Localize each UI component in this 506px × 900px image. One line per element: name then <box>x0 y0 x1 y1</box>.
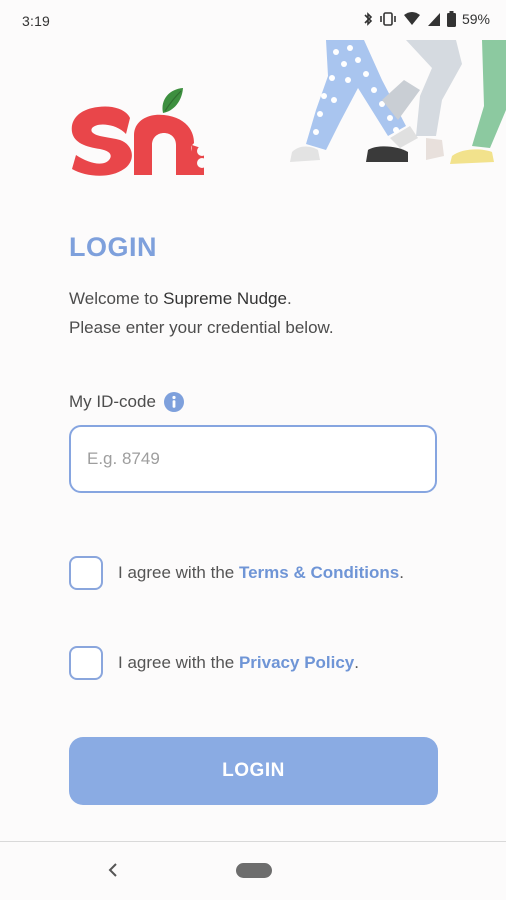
status-bar: 3:19 59% <box>0 0 506 44</box>
privacy-prefix: I agree with the <box>118 653 239 672</box>
privacy-agreement-text: I agree with the Privacy Policy. <box>118 653 359 673</box>
privacy-agreement-row: I agree with the Privacy Policy. <box>69 646 359 680</box>
battery-icon <box>446 11 456 27</box>
nav-bar-divider <box>0 841 506 842</box>
terms-suffix: . <box>399 563 404 582</box>
walking-people-illustration <box>290 40 506 164</box>
id-code-input[interactable] <box>69 425 437 493</box>
welcome-suffix: . <box>286 289 292 308</box>
privacy-policy-link[interactable]: Privacy Policy <box>239 653 354 672</box>
instruction-text: Please enter your credential below. <box>69 318 334 337</box>
terms-checkbox[interactable] <box>69 556 103 590</box>
battery-percent: 59% <box>461 11 490 27</box>
terms-agreement-row: I agree with the Terms & Conditions. <box>69 556 404 590</box>
welcome-line: Welcome to Supreme Nudge. <box>69 284 334 313</box>
welcome-prefix: Welcome to <box>69 289 164 308</box>
terms-link[interactable]: Terms & Conditions <box>239 563 399 582</box>
vibrate-icon <box>380 12 396 26</box>
cell-signal-icon <box>427 13 440 26</box>
home-pill-button[interactable] <box>236 863 272 878</box>
terms-agreement-text: I agree with the Terms & Conditions. <box>118 563 404 583</box>
login-button[interactable]: LOGIN <box>69 737 438 805</box>
app-logo <box>71 88 207 176</box>
id-code-label: My ID-code <box>69 392 156 411</box>
app-name: Supreme Nudge <box>163 289 287 308</box>
bluetooth-icon <box>364 12 373 26</box>
login-title: LOGIN <box>69 232 157 262</box>
status-time: 3:19 <box>22 13 51 29</box>
back-icon[interactable] <box>106 860 120 880</box>
privacy-suffix: . <box>354 653 360 672</box>
wifi-icon <box>403 12 420 25</box>
terms-prefix: I agree with the <box>118 563 239 582</box>
status-icons: 59% <box>363 11 490 27</box>
id-code-label-row: My ID-code <box>69 392 184 412</box>
info-icon[interactable] <box>163 392 184 412</box>
privacy-checkbox[interactable] <box>69 646 103 680</box>
welcome-message: Welcome to Supreme Nudge. Please enter y… <box>69 284 334 342</box>
